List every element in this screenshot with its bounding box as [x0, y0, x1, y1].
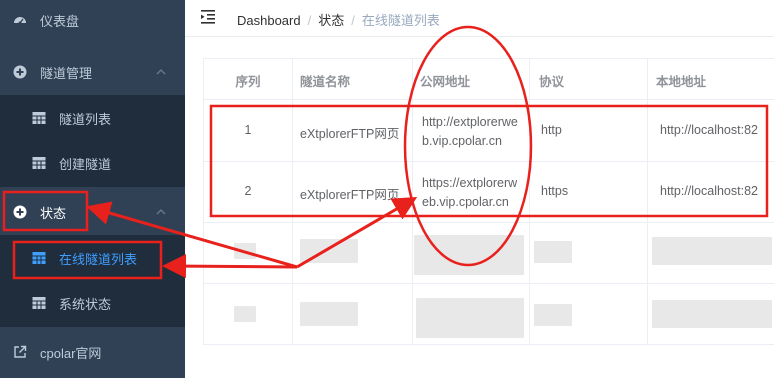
- table-header: 序列 隧道名称 公网地址 协议 本地地址: [204, 59, 774, 100]
- public-url-line: https://extplorerw: [422, 176, 518, 190]
- sidebar-item-tunnel-management[interactable]: 隧道管理: [0, 49, 185, 95]
- external-link-icon: [14, 345, 27, 358]
- sidebar-item-label: 仪表盘: [40, 13, 80, 29]
- grid-icon: [32, 297, 46, 309]
- column-header: 协议: [539, 75, 565, 89]
- sidebar-item-label: 创建隧道: [59, 156, 112, 172]
- sidebar-item-create-tunnel[interactable]: 创建隧道: [0, 140, 185, 186]
- public-url-line: eb.vip.cpolar.cn: [422, 195, 509, 209]
- local-address: http://localhost:82: [660, 184, 758, 198]
- column-header: 公网地址: [420, 75, 471, 89]
- row-index: 1: [244, 123, 252, 137]
- public-url[interactable]: http://extplorerwe b.vip.cpolar.cn: [422, 113, 518, 151]
- column-header: 序列: [235, 75, 261, 89]
- plus-circle-icon: [13, 65, 27, 79]
- breadcrumb: Dashboard / 状态 / 在线隧道列表: [237, 13, 440, 28]
- protocol: http: [541, 123, 562, 137]
- table-row: 2 eXtplorerFTP网页 https://extplorerw eb.v…: [204, 162, 774, 222]
- protocol: https: [541, 184, 569, 198]
- sidebar-item-cpolar-website[interactable]: cpolar官网: [0, 329, 185, 375]
- column-header: 本地地址: [656, 75, 707, 89]
- sidebar: 仪表盘 隧道管理 隧道列表 创建隧道 状态 在线隧道列表 系统状态 cpolar…: [0, 0, 185, 378]
- public-url-line: http://extplorerwe: [422, 115, 518, 129]
- dashboard-icon: [14, 17, 26, 25]
- sidebar-item-label: 隧道管理: [40, 65, 93, 81]
- sidebar-item-label: 在线隧道列表: [59, 251, 138, 267]
- breadcrumb-current: 在线隧道列表: [361, 13, 440, 28]
- sidebar-item-online-tunnel-list[interactable]: 在线隧道列表: [0, 235, 185, 281]
- sidebar-item-label: 状态: [40, 205, 67, 221]
- breadcrumb-status: 状态: [318, 13, 345, 28]
- chevron-up-icon: [156, 209, 166, 215]
- tunnel-table: 序列 隧道名称 公网地址 协议 本地地址 1 eXtplorerFTP网页 ht…: [203, 58, 774, 345]
- plus-circle-icon: [13, 205, 27, 219]
- grid-icon: [32, 157, 46, 169]
- grid-icon: [32, 112, 46, 124]
- local-address: http://localhost:82: [660, 123, 758, 137]
- sidebar-item-dashboard[interactable]: 仪表盘: [0, 0, 185, 43]
- sidebar-item-label: cpolar官网: [40, 345, 102, 361]
- grid-icon: [32, 252, 46, 264]
- row-index: 2: [244, 184, 252, 198]
- tunnel-name: eXtplorerFTP网页: [300, 127, 400, 141]
- breadcrumb-dashboard[interactable]: Dashboard: [237, 13, 301, 28]
- public-url-line: b.vip.cpolar.cn: [422, 134, 502, 148]
- sidebar-item-system-status[interactable]: 系统状态: [0, 280, 185, 326]
- public-url[interactable]: https://extplorerw eb.vip.cpolar.cn: [422, 174, 517, 212]
- sidebar-item-status[interactable]: 状态: [0, 189, 185, 235]
- tunnel-name: eXtplorerFTP网页: [300, 188, 400, 202]
- table-row-blurred: [204, 223, 774, 283]
- navbar: Dashboard / 状态 / 在线隧道列表: [185, 0, 774, 37]
- sidebar-item-label: 隧道列表: [59, 111, 112, 127]
- table-row: 1 eXtplorerFTP网页 http://extplorerwe b.vi…: [204, 100, 774, 161]
- table-row-blurred: [204, 284, 774, 344]
- chevron-up-icon: [156, 69, 166, 75]
- sidebar-item-label: 系统状态: [59, 296, 112, 312]
- column-header: 隧道名称: [300, 75, 351, 89]
- hamburger-icon[interactable]: [201, 10, 217, 24]
- sidebar-item-tunnel-list[interactable]: 隧道列表: [0, 95, 185, 141]
